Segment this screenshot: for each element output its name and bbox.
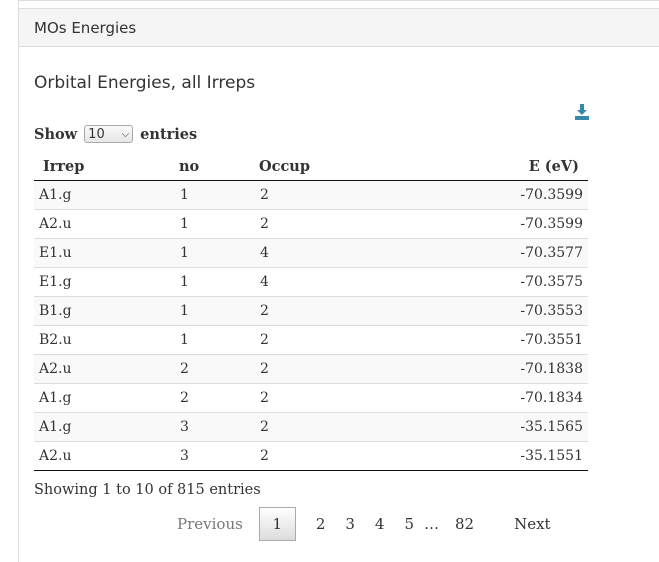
cell-irrep: A2.u (34, 209, 170, 239)
table-row: B2.u 1 2 -70.3551 (34, 325, 588, 355)
cell-no: 1 (170, 325, 250, 355)
cell-no: 1 (170, 296, 250, 326)
panel-heading: MOs Energies (19, 9, 659, 47)
cell-occup: 2 (250, 325, 403, 355)
panel-top-strip (19, 1, 659, 9)
table-row: E1.u 1 4 -70.3577 (34, 238, 588, 268)
cell-energy: -70.1834 (402, 383, 588, 413)
cell-occup: 4 (250, 267, 403, 297)
page-button-4[interactable]: 4 (365, 515, 395, 533)
page-button-3[interactable]: 3 (335, 515, 365, 533)
entries-length-control: Show 10 ⌵ entries (34, 125, 197, 143)
cell-irrep: A1.g (34, 180, 170, 210)
pagination: Previous 1 2 3 4 5 … 82 Next (169, 506, 561, 542)
cell-energy: -70.3553 (402, 296, 588, 326)
page-button-1[interactable]: 1 (258, 507, 296, 541)
cell-no: 1 (170, 267, 250, 297)
table-row: A1.g 2 2 -70.1834 (34, 383, 588, 413)
table-row: A1.g 1 2 -70.3599 (34, 180, 588, 210)
cell-energy: -35.1565 (402, 412, 588, 442)
table-row: A2.u 2 2 -70.1838 (34, 354, 588, 384)
cell-occup: 2 (250, 296, 403, 326)
cell-no: 1 (170, 209, 250, 239)
cell-irrep: A1.g (34, 412, 170, 442)
cell-irrep: A2.u (34, 441, 170, 471)
cell-energy: -35.1551 (402, 441, 588, 471)
page-button-2[interactable]: 2 (306, 515, 336, 533)
cell-no: 2 (170, 354, 250, 384)
cell-occup: 2 (250, 209, 403, 239)
header-occup[interactable]: Occup (250, 152, 403, 181)
header-energy[interactable]: E (eV) (402, 152, 588, 181)
section-title: Orbital Energies, all Irreps (34, 73, 256, 93)
chevron-down-icon: ⌵ (121, 128, 130, 140)
mos-energies-panel: MOs Energies Orbital Energies, all Irrep… (18, 0, 659, 562)
page-button-5[interactable]: 5 (394, 515, 424, 533)
next-button[interactable]: Next (484, 515, 561, 533)
orbital-energies-table: Irrep no Occup E (eV) A1.g 1 2 -70.3599 A2.u… (34, 152, 588, 471)
download-icon[interactable] (575, 104, 589, 120)
entries-per-page-select[interactable]: 10 ⌵ (84, 125, 134, 143)
cell-occup: 2 (250, 441, 403, 471)
cell-energy: -70.3551 (402, 325, 588, 355)
header-no[interactable]: no (170, 152, 250, 181)
pagination-ellipsis: … (424, 515, 439, 533)
previous-button[interactable]: Previous (169, 515, 259, 533)
cell-occup: 2 (250, 354, 403, 384)
table-info: Showing 1 to 10 of 815 entries (34, 482, 261, 498)
table-row: B1.g 1 2 -70.3553 (34, 296, 588, 326)
cell-irrep: B1.g (34, 296, 170, 326)
cell-no: 1 (170, 180, 250, 210)
cell-energy: -70.3575 (402, 267, 588, 297)
cell-occup: 4 (250, 238, 403, 268)
header-irrep[interactable]: Irrep (34, 152, 170, 181)
cell-occup: 2 (250, 412, 403, 442)
cell-occup: 2 (250, 180, 403, 210)
cell-no: 3 (170, 412, 250, 442)
cell-irrep: E1.g (34, 267, 170, 297)
cell-irrep: A1.g (34, 383, 170, 413)
cell-no: 1 (170, 238, 250, 268)
cell-irrep: E1.u (34, 238, 170, 268)
cell-energy: -70.3577 (402, 238, 588, 268)
table-row: A1.g 3 2 -35.1565 (34, 412, 588, 442)
table-row: A2.u 1 2 -70.3599 (34, 209, 588, 239)
table-header-row: Irrep no Occup E (eV) (34, 152, 588, 181)
show-label: Show (34, 125, 78, 143)
entries-per-page-value: 10 (88, 126, 105, 142)
entries-label: entries (140, 125, 198, 143)
cell-no: 2 (170, 383, 250, 413)
cell-irrep: B2.u (34, 325, 170, 355)
cell-no: 3 (170, 441, 250, 471)
cell-irrep: A2.u (34, 354, 170, 384)
cell-energy: -70.1838 (402, 354, 588, 384)
page-button-last[interactable]: 82 (445, 515, 484, 533)
table-row: E1.g 1 4 -70.3575 (34, 267, 588, 297)
table-row: A2.u 3 2 -35.1551 (34, 441, 588, 471)
cell-energy: -70.3599 (402, 180, 588, 210)
cell-energy: -70.3599 (402, 209, 588, 239)
cell-occup: 2 (250, 383, 403, 413)
